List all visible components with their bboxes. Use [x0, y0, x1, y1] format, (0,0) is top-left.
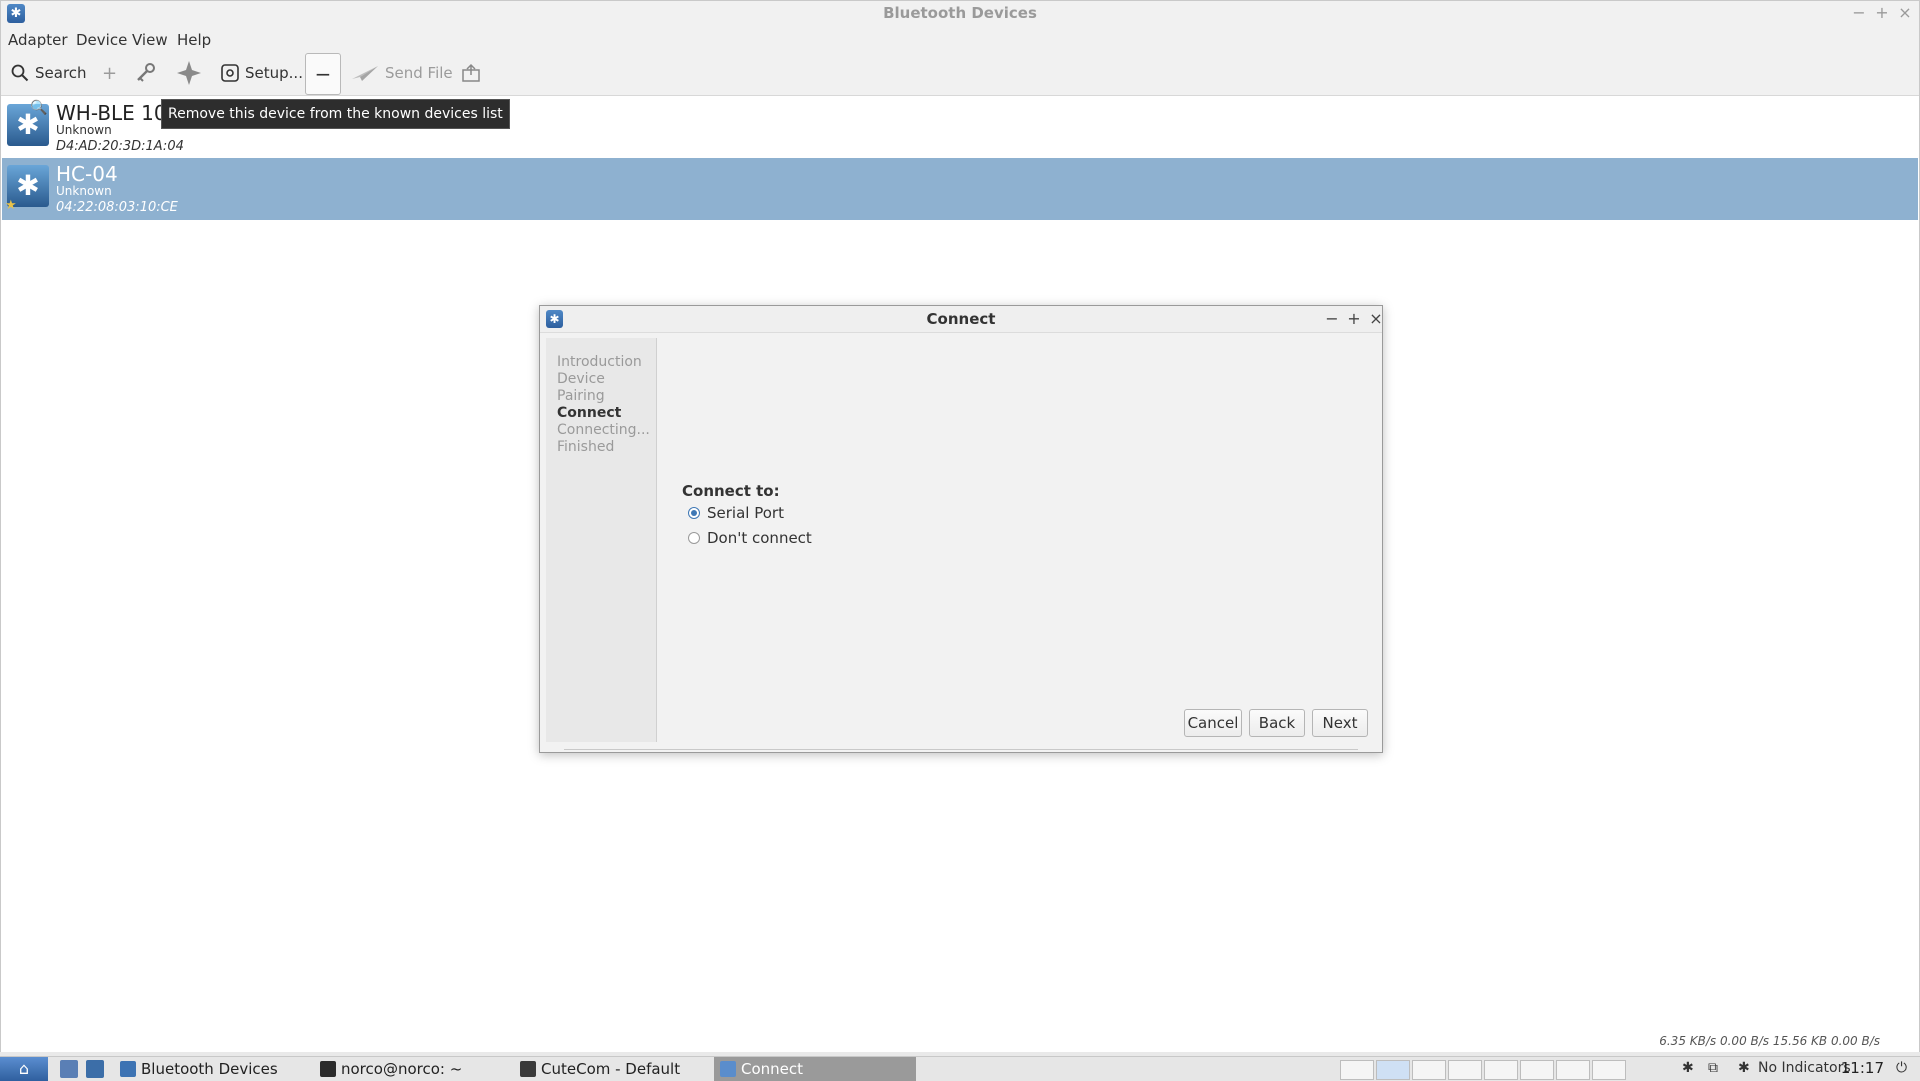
maximize-button[interactable]: + [1872, 3, 1892, 22]
task-label: norco@norco: ~ [341, 1060, 463, 1078]
device-type: Unknown [56, 123, 112, 137]
task-label: Bluetooth Devices [141, 1060, 278, 1078]
step-connecting: Connecting... [557, 422, 650, 438]
menu-device[interactable]: Device [76, 31, 127, 49]
add-device-button[interactable]: + [102, 59, 117, 87]
setup-button[interactable]: Setup... [221, 59, 303, 87]
workspace-6[interactable] [1520, 1060, 1554, 1080]
show-desktop-icon[interactable] [60, 1060, 78, 1078]
radio-unselected-icon[interactable] [688, 532, 700, 544]
menu-bar: Adapter Device View Help [1, 27, 1919, 51]
file-manager-icon[interactable] [86, 1060, 104, 1078]
window-title: Bluetooth Devices [883, 4, 1037, 22]
step-pairing: Pairing [557, 388, 605, 404]
workspace-3[interactable] [1412, 1060, 1446, 1080]
device-address: 04:22:08:03:10:CE [56, 200, 178, 215]
serial-port-label: Serial Port [707, 504, 784, 522]
workspace-1[interactable] [1340, 1060, 1374, 1080]
task-terminal[interactable]: norco@norco: ~ [314, 1057, 516, 1081]
wizard-steps: Introduction Device Pairing Connect Conn… [546, 338, 657, 742]
workspace-2[interactable] [1376, 1060, 1410, 1080]
task-label: CuteCom - Default [541, 1060, 681, 1078]
gear-icon [221, 64, 239, 82]
task-cutecom[interactable]: CuteCom - Default [514, 1057, 716, 1081]
browse-files-button[interactable] [461, 59, 481, 87]
bluetooth-icon [720, 1061, 736, 1077]
menu-adapter[interactable]: Adapter [8, 31, 68, 49]
workspace-8[interactable] [1592, 1060, 1626, 1080]
start-menu-button[interactable]: ⌂ [0, 1057, 48, 1081]
indicators-label: No Indicators [1758, 1060, 1851, 1076]
menu-view[interactable]: View [132, 31, 168, 49]
network-speed: 6.35 KB/s 0.00 B/s 15.56 KB 0.00 B/s [1659, 1034, 1880, 1048]
workspace-5[interactable] [1484, 1060, 1518, 1080]
dialog-divider [564, 749, 1358, 750]
title-bar: ✱ Bluetooth Devices − + × [1, 1, 1919, 27]
task-label: Connect [741, 1060, 804, 1078]
connect-dialog: ✱ Connect − + × Introduction Device Pair… [539, 305, 1383, 753]
search-badge-icon: 🔍 [30, 100, 48, 116]
trusted-star-icon: ★ [5, 198, 17, 213]
step-introduction: Introduction [557, 354, 642, 370]
taskbar: ⌂ Bluetooth Devices norco@norco: ~ CuteC… [0, 1056, 1920, 1081]
remove-device-button[interactable]: − [305, 53, 341, 95]
power-icon[interactable]: ⏻ [1896, 1060, 1907, 1076]
paper-plane-icon [352, 66, 378, 81]
next-button[interactable]: Next [1312, 709, 1368, 737]
dialog-maximize-button[interactable]: + [1345, 309, 1363, 328]
search-icon [11, 64, 29, 82]
connect-to-label: Connect to: [682, 482, 780, 500]
workspace-4[interactable] [1448, 1060, 1482, 1080]
bluetooth-icon [120, 1061, 136, 1077]
minimize-button[interactable]: − [1849, 3, 1869, 22]
step-finished: Finished [557, 439, 615, 455]
device-row-selected[interactable]: ✱ ★ HC-04 Unknown 04:22:08:03:10:CE [2, 158, 1918, 220]
dialog-title: Connect [926, 310, 996, 328]
send-file-button[interactable]: Send File [351, 59, 453, 87]
share-icon [462, 63, 480, 82]
toolbar: Search + Setup... − Send File [1, 51, 1919, 96]
step-connect: Connect [557, 405, 622, 421]
setup-label: Setup... [245, 64, 303, 82]
bluetooth-tray-icon[interactable]: ✱ [1682, 1060, 1694, 1076]
bluetooth-status-icon[interactable]: ✱ [1738, 1060, 1750, 1076]
step-device: Device [557, 371, 605, 387]
dialog-minimize-button[interactable]: − [1323, 309, 1341, 328]
dont-connect-option[interactable]: Don't connect [688, 529, 812, 547]
task-bluetooth-devices[interactable]: Bluetooth Devices [114, 1057, 316, 1081]
close-button[interactable]: × [1895, 3, 1915, 22]
device-address: D4:AD:20:3D:1A:04 [56, 139, 184, 154]
remove-tooltip: Remove this device from the known device… [161, 99, 510, 129]
device-name: HC-04 [56, 162, 118, 186]
trust-button[interactable] [175, 59, 203, 87]
menu-help[interactable]: Help [177, 31, 211, 49]
search-button[interactable]: Search [11, 59, 87, 87]
terminal-icon [320, 1061, 336, 1077]
dont-connect-label: Don't connect [707, 529, 812, 547]
device-type: Unknown [56, 184, 112, 198]
key-icon [137, 63, 155, 82]
remove-label: − [314, 62, 332, 86]
star-icon [177, 61, 201, 85]
clock[interactable]: 11:17 [1841, 1059, 1884, 1077]
network-tray-icon[interactable]: ⧉ [1708, 1060, 1718, 1076]
dialog-close-button[interactable]: × [1367, 309, 1385, 328]
send-file-label: Send File [385, 64, 453, 82]
task-connect[interactable]: Connect [714, 1057, 916, 1081]
cutecom-icon [520, 1061, 536, 1077]
radio-selected-icon[interactable] [688, 507, 700, 519]
search-label: Search [35, 64, 87, 82]
main-window: ✱ Bluetooth Devices − + × Adapter Device… [0, 0, 1920, 1054]
back-button[interactable]: Back [1249, 709, 1305, 737]
cancel-button[interactable]: Cancel [1184, 709, 1242, 737]
pair-button[interactable] [135, 59, 157, 87]
serial-port-option[interactable]: Serial Port [688, 504, 784, 522]
device-name: WH-BLE 10 [56, 101, 167, 125]
dialog-title-bar: ✱ Connect − + × [540, 306, 1385, 333]
workspace-7[interactable] [1556, 1060, 1590, 1080]
